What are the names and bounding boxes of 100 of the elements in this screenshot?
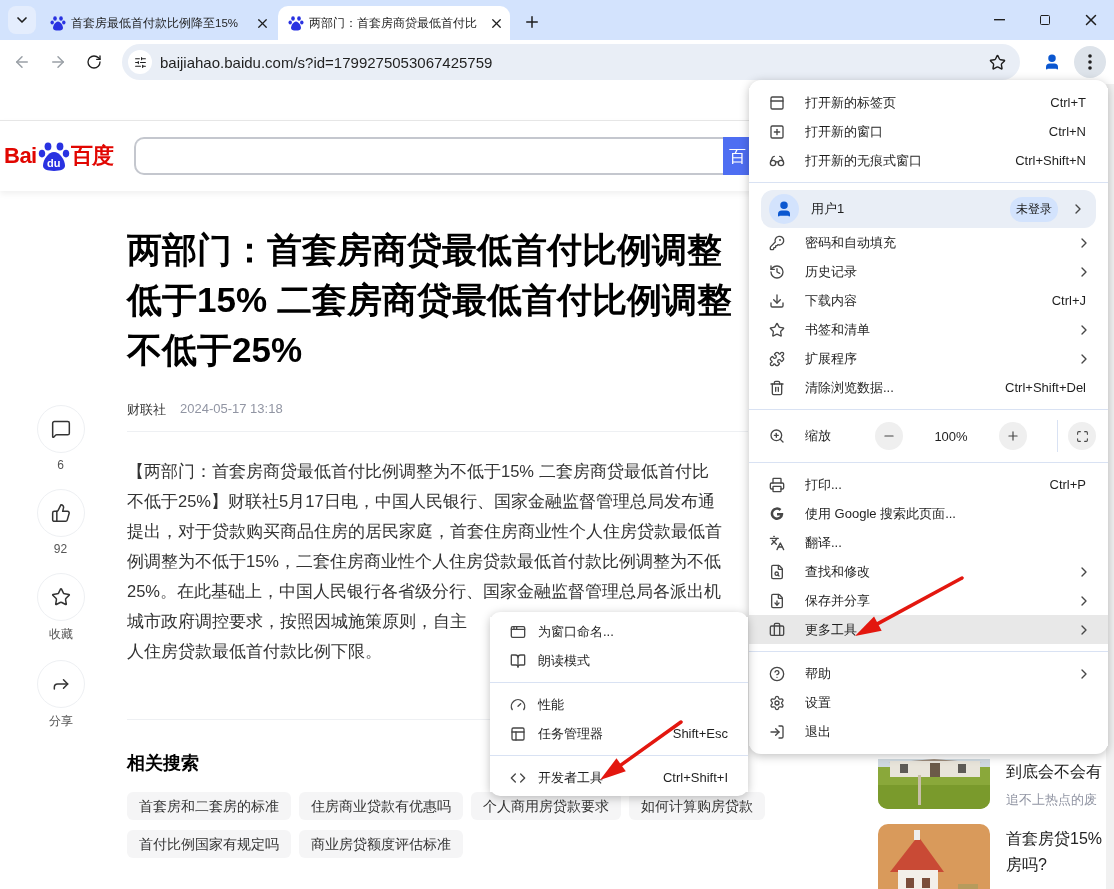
tab-icon <box>769 94 785 111</box>
article-text: 【两部门：首套房商贷最低首付比例调整为不低于15% 二套房商贷最低首付比 <box>127 461 709 482</box>
star-icon <box>50 587 71 607</box>
thumbs-up-icon <box>50 503 71 523</box>
menu-item[interactable]: 查找和修改 <box>749 557 1108 586</box>
paw-icon <box>288 15 304 31</box>
search-tag[interactable]: 首套房和二套房的标准 <box>127 792 291 820</box>
paw-icon <box>50 15 66 31</box>
menu-item[interactable]: 书签和清单 <box>749 315 1108 344</box>
card-title[interactable]: 首套房贷15% <box>1006 826 1106 852</box>
menu-item[interactable]: 任务管理器 Shift+Esc <box>490 719 748 748</box>
article-time: 2024-05-17 13:18 <box>180 401 283 418</box>
plus-icon <box>523 13 541 31</box>
gauge-icon <box>510 696 526 713</box>
like-button[interactable] <box>36 489 85 537</box>
article-text: 人住房贷款最低首付款比例下限。 <box>127 641 382 662</box>
profile-menu-item[interactable]: 用户1 未登录 <box>761 190 1096 228</box>
article-title: 低于15% 二套房商贷最低首付比例调整 <box>127 279 732 321</box>
search-field[interactable] <box>133 137 723 175</box>
tab-search-button[interactable] <box>8 6 36 34</box>
help-icon <box>769 665 785 682</box>
search-tag[interactable]: 商业房贷额度评估标准 <box>299 830 463 858</box>
menu-icon <box>1088 54 1092 70</box>
status-badge: 未登录 <box>1010 196 1058 222</box>
translate-icon <box>769 534 785 551</box>
zoom-in-button[interactable] <box>999 422 1027 450</box>
sliders-icon <box>133 55 147 69</box>
menu-item[interactable]: 打开新的窗口 Ctrl+N <box>749 117 1108 146</box>
menu-button[interactable] <box>1074 46 1106 78</box>
book-icon <box>510 652 526 669</box>
menu-item[interactable]: 朗读模式 <box>490 646 748 675</box>
card-subtitle: 追不上热点的废 <box>1006 791 1098 809</box>
section-heading: 相关搜索 <box>127 752 200 775</box>
window-icon <box>510 623 526 640</box>
file-search-icon <box>769 563 785 580</box>
file-download-icon <box>769 592 785 609</box>
star-icon <box>769 321 785 338</box>
article-title: 不低于25% <box>127 329 303 371</box>
person-icon <box>775 200 793 218</box>
fullscreen-icon <box>1075 429 1089 443</box>
download-icon <box>769 292 785 309</box>
article-text: 25%。在此基础上，中国人民银行各省级分行、国家金融监督管理总局各派出机 <box>127 581 722 602</box>
browser-tab[interactable]: 首套房最低首付款比例降至15% <box>40 6 276 40</box>
menu-item[interactable]: 帮助 <box>749 659 1108 688</box>
menu-item[interactable]: 翻译... <box>749 528 1108 557</box>
card-title[interactable]: 到底会不会有 <box>1006 759 1106 785</box>
exit-icon <box>769 723 785 740</box>
menu-item[interactable]: 更多工具 <box>749 615 1108 644</box>
bookmark-star-icon[interactable] <box>989 53 1006 71</box>
menu-item[interactable]: 为窗口命名... <box>490 617 748 646</box>
logo[interactable]: Bai du 百度 <box>4 140 114 172</box>
menu-item[interactable]: 打印... Ctrl+P <box>749 470 1108 499</box>
menu-item[interactable]: 打开新的标签页 Ctrl+T <box>749 88 1108 117</box>
card-title[interactable]: 房吗? <box>1006 852 1106 878</box>
puzzle-icon <box>769 350 785 367</box>
g-logo-icon <box>769 505 785 522</box>
menu-item[interactable]: 扩展程序 <box>749 344 1108 373</box>
zoom-label: 缩放 <box>805 427 832 445</box>
site-info-button[interactable] <box>128 50 152 74</box>
plus-icon <box>1006 429 1020 443</box>
printer-icon <box>769 476 785 493</box>
briefcase-icon <box>769 621 785 638</box>
person-icon <box>1043 53 1061 71</box>
action-label: 分享 <box>48 713 73 730</box>
action-label: 92 <box>53 542 68 556</box>
comment-icon <box>50 419 71 439</box>
panel-icon <box>510 725 526 742</box>
reload-icon <box>86 54 102 70</box>
action-label: 收藏 <box>48 626 73 643</box>
menu-item[interactable]: 清除浏览数据... Ctrl+Shift+Del <box>749 373 1108 402</box>
address-bar[interactable]: baijiahao.baidu.com/s?id=1799275053067425759 <box>122 44 1020 80</box>
menu-item[interactable]: 保存并分享 <box>749 586 1108 615</box>
menu-item[interactable]: 使用 Google 搜索此页面... <box>749 499 1108 528</box>
key-icon <box>769 234 785 251</box>
menu-item[interactable]: 打开新的无痕式窗口 Ctrl+Shift+N <box>749 146 1108 175</box>
action-label: 6 <box>57 458 64 472</box>
fullscreen-button[interactable] <box>1068 422 1096 450</box>
search-tag[interactable]: 首付比例国家有规定吗 <box>127 830 291 858</box>
article-text: 提出，对于贷款购买商品住房的居民家庭，首套住房商业性个人住房贷款最低首 <box>127 521 722 542</box>
menu-item[interactable]: 开发者工具 Ctrl+Shift+I <box>490 763 748 792</box>
menu-item[interactable]: 设置 <box>749 688 1108 717</box>
menu-item[interactable]: 性能 <box>490 690 748 719</box>
zoom-level: 100% <box>933 428 969 444</box>
article-text: 城市政府调控要求，按照因城施策原则，自主 <box>127 611 467 632</box>
trash-icon <box>769 379 785 396</box>
window-plus-icon <box>769 123 785 140</box>
history-icon <box>769 263 785 280</box>
minimize-icon <box>993 19 1005 21</box>
browser-tab[interactable]: 两部门：首套房商贷最低首付比 <box>278 6 510 40</box>
menu-item[interactable]: 历史记录 <box>749 257 1108 286</box>
favorite-button[interactable] <box>36 573 85 621</box>
forward-arrow-icon <box>49 53 67 71</box>
search-tag[interactable]: 住房商业贷款有优惠吗 <box>299 792 463 820</box>
article-text: 不低于25%】财联社5月17日电，中国人民银行、国家金融监督管理总局发布通 <box>127 491 715 512</box>
article-title: 两部门：首套房商贷最低首付比例调整 <box>127 229 722 271</box>
menu-item[interactable]: 下载内容 Ctrl+J <box>749 286 1108 315</box>
article-source: 财联社 <box>127 401 166 419</box>
menu-item[interactable]: 退出 <box>749 717 1108 746</box>
menu-item[interactable]: 密码和自动填充 <box>749 228 1108 257</box>
comment-button[interactable] <box>36 405 85 453</box>
